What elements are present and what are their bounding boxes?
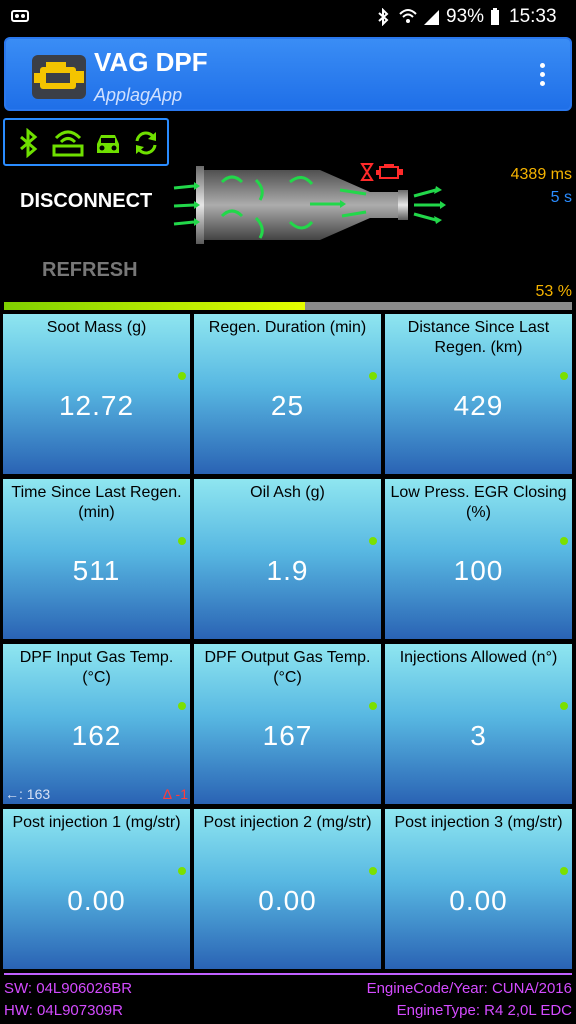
tile-label: DPF Output Gas Temp. (°C) <box>204 649 371 686</box>
status-bar: 93% 15:33 <box>0 0 576 34</box>
progress-fill <box>4 302 306 310</box>
refresh-interval: 5 s <box>550 189 572 206</box>
tile-label: Time Since Last Regen. (min) <box>11 484 182 521</box>
progress-bar <box>4 302 572 310</box>
parameter-tile[interactable]: Time Since Last Regen. (min) 511 <box>3 479 190 639</box>
parameter-tile[interactable]: Post injection 1 (mg/str) 0.00 <box>3 809 190 969</box>
parameter-tile[interactable]: Soot Mass (g) 12.72 <box>3 314 190 474</box>
software-version: SW: 04L906026BR <box>4 980 133 997</box>
signal-icon <box>422 8 440 26</box>
footer-divider <box>4 973 572 975</box>
tile-value: 100 <box>453 555 504 586</box>
tile-value: 12.72 <box>58 390 135 421</box>
dpf-filter-illustration <box>170 160 450 250</box>
hourglass-icon <box>360 163 374 181</box>
parameter-tile[interactable]: DPF Output Gas Temp. (°C) 167 <box>194 644 381 804</box>
tile-label: Regen. Duration (min) <box>208 319 367 336</box>
hardware-version: HW: 04L907309R <box>4 1002 123 1019</box>
status-led-icon <box>178 537 186 545</box>
battery-icon <box>490 8 500 26</box>
engine-warning-icon <box>376 162 404 182</box>
parameter-tile[interactable]: Distance Since Last Regen. (km) 429 <box>385 314 572 474</box>
battery-percent: 93% <box>446 6 485 27</box>
tile-value: 429 <box>453 390 504 421</box>
status-led-icon <box>369 537 377 545</box>
parameter-tile[interactable]: Regen. Duration (min) 25 <box>194 314 381 474</box>
tile-label: DPF Input Gas Temp. (°C) <box>19 649 174 686</box>
parameter-tile[interactable]: Post injection 2 (mg/str) 0.00 <box>194 809 381 969</box>
tile-label: Oil Ash (g) <box>250 484 325 501</box>
disconnect-button[interactable]: DISCONNECT <box>20 190 152 213</box>
bluetooth-icon <box>376 7 390 27</box>
connection-toolbar <box>3 118 169 166</box>
parameter-tile[interactable]: Oil Ash (g) 1.9 <box>194 479 381 639</box>
tile-delta: ∆ -1 <box>163 786 188 802</box>
tile-value: 167 <box>262 720 313 751</box>
parameter-tile[interactable]: Low Press. EGR Closing (%) 100 <box>385 479 572 639</box>
engine-type: EngineType: R4 2,0L EDC <box>396 1002 572 1019</box>
clock: 15:33 <box>509 6 557 27</box>
wifi-icon <box>398 7 418 25</box>
tile-previous-value: ←: 163 <box>5 786 51 802</box>
bluetooth-icon[interactable] <box>13 127 43 159</box>
status-led-icon <box>178 372 186 380</box>
car-icon[interactable] <box>93 128 123 158</box>
parameter-tile[interactable]: Injections Allowed (n°) 3 <box>385 644 572 804</box>
progress-label: 53 % <box>535 283 572 300</box>
engine-icon <box>32 55 86 99</box>
engine-code: EngineCode/Year: CUNA/2016 <box>366 980 572 997</box>
tile-label: Post injection 2 (mg/str) <box>203 814 372 831</box>
tile-value: 162 <box>71 720 122 751</box>
response-time: 4389 ms <box>510 166 572 183</box>
sync-icon[interactable] <box>131 128 161 158</box>
status-led-icon <box>369 702 377 710</box>
status-led-icon <box>369 372 377 380</box>
status-led-icon <box>560 867 568 875</box>
status-led-icon <box>560 537 568 545</box>
status-led-icon <box>560 372 568 380</box>
tile-label: Injections Allowed (n°) <box>399 649 558 666</box>
tile-label: Soot Mass (g) <box>46 319 147 336</box>
parameter-tile[interactable]: Post injection 3 (mg/str) 0.00 <box>385 809 572 969</box>
tile-label: Low Press. EGR Closing (%) <box>390 484 567 521</box>
tile-label: Post injection 1 (mg/str) <box>12 814 181 831</box>
app-bar: VAG DPF ApplagApp <box>4 37 572 111</box>
tile-value: 0.00 <box>449 885 508 916</box>
app-subtitle: ApplagApp <box>94 85 183 105</box>
more-vert-icon[interactable] <box>536 63 548 93</box>
status-led-icon <box>369 867 377 875</box>
tile-value: 0.00 <box>258 885 317 916</box>
adapter-icon[interactable] <box>51 128 84 158</box>
parameter-tile[interactable]: DPF Input Gas Temp. (°C) 162 ←: 163 ∆ -1 <box>3 644 190 804</box>
tile-value: 1.9 <box>266 555 309 586</box>
tile-value: 0.00 <box>67 885 126 916</box>
status-led-icon <box>178 867 186 875</box>
refresh-button[interactable]: REFRESH <box>42 259 138 282</box>
tile-value: 3 <box>470 720 487 751</box>
tile-label: Post injection 3 (mg/str) <box>394 814 563 831</box>
notification-icon <box>10 8 30 24</box>
tile-value: 511 <box>72 555 121 586</box>
status-led-icon <box>178 702 186 710</box>
tile-label: Distance Since Last Regen. (km) <box>407 319 550 356</box>
tile-value: 25 <box>270 390 305 421</box>
status-led-icon <box>560 702 568 710</box>
app-title: VAG DPF <box>94 47 208 77</box>
